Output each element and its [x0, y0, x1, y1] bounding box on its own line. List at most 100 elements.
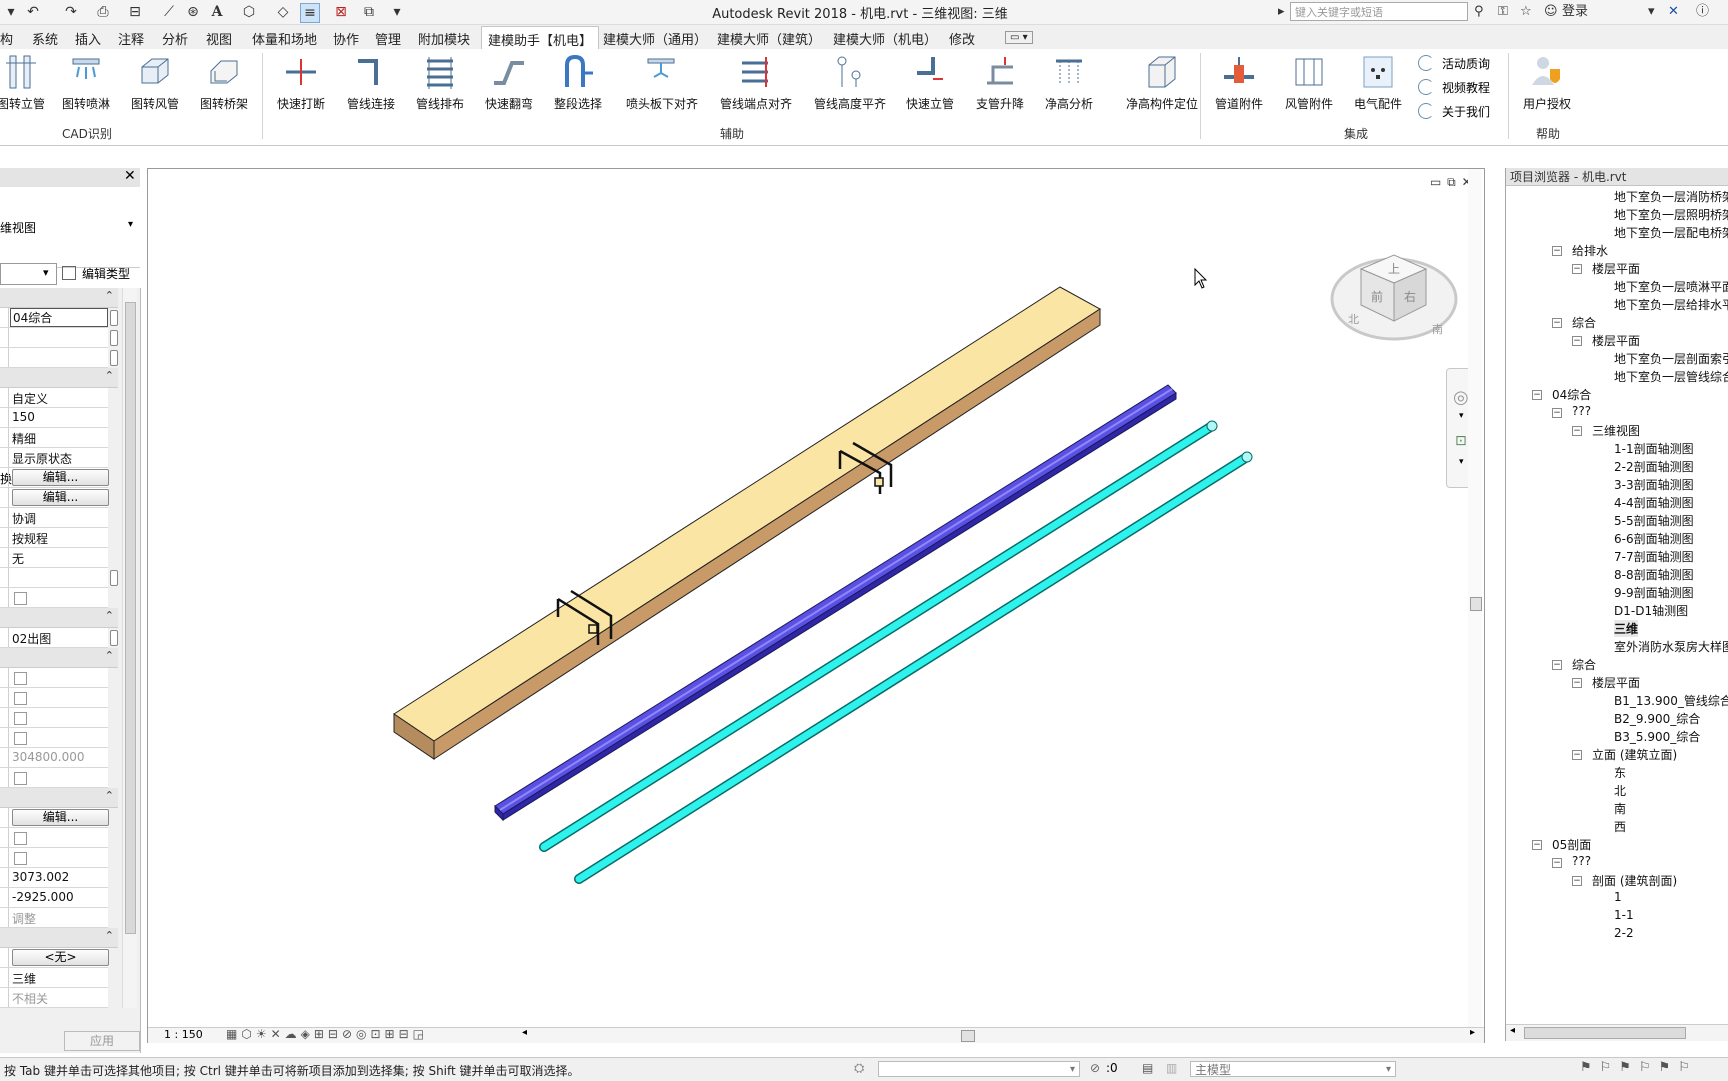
tree-item[interactable]: 6-6剖面轴测图: [1614, 530, 1694, 547]
property-row[interactable]: 自定义: [0, 388, 108, 408]
tree-item[interactable]: 室外消防水泵房大样图: [1614, 638, 1728, 655]
tab-master-general[interactable]: 建模大师（通用）: [603, 29, 707, 48]
tree-item[interactable]: 地下室负一层管线综合: [1614, 368, 1728, 385]
property-row[interactable]: [0, 348, 118, 368]
property-row[interactable]: [0, 568, 118, 588]
viewcube[interactable]: 上 前 右 北 南: [1328, 241, 1458, 351]
scroll-right-icon[interactable]: ▸: [1470, 1027, 1475, 1038]
tab-master-mep[interactable]: 建模大师（机电）: [833, 29, 937, 48]
cad-to-cable-tray-button[interactable]: 图转桥架: [189, 53, 259, 112]
property-row[interactable]: 3073.002: [0, 868, 108, 888]
about-us-button[interactable]: 关于我们: [1418, 103, 1490, 120]
tree-item[interactable]: 地下室负一层消防桥架: [1614, 188, 1728, 205]
tree-item[interactable]: 5-5剖面轴测图: [1614, 512, 1694, 529]
tree-item[interactable]: B2_9.900_综合: [1614, 710, 1700, 727]
scroll-left-icon[interactable]: ◂: [522, 1027, 527, 1038]
thin-lines-icon[interactable]: ≡: [300, 3, 320, 23]
tag-icon[interactable]: ⊛: [184, 3, 202, 21]
collapse-icon[interactable]: −: [1572, 678, 1582, 688]
tab-insert[interactable]: 插入: [75, 29, 101, 48]
dimension-icon[interactable]: ⟋: [160, 3, 178, 21]
collapse-icon[interactable]: −: [1552, 246, 1562, 256]
property-row[interactable]: 精细: [0, 428, 108, 448]
property-row[interactable]: 02出图: [0, 628, 118, 648]
measure-icon[interactable]: ⊟: [126, 3, 144, 21]
user-license-button[interactable]: 用户授权: [1512, 53, 1582, 112]
3d-viewport[interactable]: ▭ ⧉ ✕ 上 前 右 北 南 ◎ ▾ ⊡ ▾ 1: 150 ▦⬡☀✕☁◈⊞⊟…: [147, 168, 1485, 1043]
filter-icon[interactable]: ⊘: [1090, 1061, 1100, 1075]
tab-view[interactable]: 视图: [206, 29, 232, 48]
tab-collaborate[interactable]: 协作: [333, 29, 359, 48]
tree-item[interactable]: 7-7剖面轴测图: [1614, 548, 1694, 565]
property-group-header[interactable]: ⌃: [0, 648, 118, 668]
tree-item[interactable]: 04综合: [1552, 386, 1591, 403]
scrollbar-thumb[interactable]: [125, 302, 136, 934]
tree-item[interactable]: 9-9剖面轴测图: [1614, 584, 1694, 601]
cad-to-duct-button[interactable]: 图转风管: [120, 53, 190, 112]
collapse-icon[interactable]: −: [1552, 408, 1562, 418]
tree-item[interactable]: 地下室负一层照明桥架: [1614, 206, 1728, 223]
tree-item[interactable]: 地下室负一层配电桥架: [1614, 224, 1728, 241]
collapse-icon[interactable]: −: [1572, 336, 1582, 346]
property-row[interactable]: [0, 688, 108, 708]
collapse-icon[interactable]: −: [1532, 390, 1542, 400]
tab-annotate[interactable]: 注释: [118, 29, 144, 48]
chevron-down-icon[interactable]: ▾: [1459, 411, 1464, 421]
quick-bend-button[interactable]: 快速翻弯: [474, 53, 544, 112]
undo-icon[interactable]: ↶: [24, 3, 42, 21]
binoculars-icon[interactable]: ⚲: [1474, 3, 1484, 21]
pipe-layout-button[interactable]: 管线排布: [405, 53, 475, 112]
edit-button[interactable]: 编辑...: [12, 809, 109, 826]
property-row[interactable]: [0, 328, 118, 348]
scroll-left-icon[interactable]: ◂: [1510, 1025, 1515, 1036]
endpoint-align-button[interactable]: 管线端点对齐: [720, 53, 792, 112]
property-row[interactable]: 04综合: [0, 308, 118, 328]
steering-wheel-icon[interactable]: ◎: [1453, 387, 1469, 408]
property-row[interactable]: [0, 828, 108, 848]
property-group-header[interactable]: ⌃: [0, 288, 118, 308]
login-label[interactable]: 登录: [1562, 3, 1588, 21]
property-row[interactable]: 无: [0, 548, 108, 568]
design-options-icon[interactable]: ▥: [1166, 1061, 1177, 1075]
cad-to-sprinkler-button[interactable]: 图转喷淋: [51, 53, 121, 112]
tree-item[interactable]: 8-8剖面轴测图: [1614, 566, 1694, 583]
tree-item[interactable]: 地下室负一层给排水平: [1614, 296, 1728, 313]
close-hidden-icon[interactable]: ⊠: [332, 3, 350, 21]
tree-item[interactable]: 东: [1614, 764, 1626, 781]
checkbox[interactable]: [14, 852, 27, 865]
property-row[interactable]: [0, 728, 108, 748]
property-row[interactable]: [0, 708, 108, 728]
checkbox[interactable]: [14, 832, 27, 845]
tree-item[interactable]: 1-1: [1614, 908, 1634, 922]
type-selector[interactable]: 维视图 ▾: [0, 187, 140, 268]
checkbox[interactable]: [14, 692, 27, 705]
tree-item[interactable]: ???: [1572, 854, 1591, 868]
collapse-icon[interactable]: −: [1572, 750, 1582, 760]
property-row[interactable]: [0, 668, 108, 688]
property-row[interactable]: [0, 848, 108, 868]
property-row[interactable]: 按规程: [0, 528, 108, 548]
tree-item[interactable]: 地下室负一层喷淋平面: [1614, 278, 1728, 295]
close-properties-icon[interactable]: ✕: [124, 168, 136, 184]
exchange-icon[interactable]: ✕: [1668, 3, 1679, 21]
tree-item[interactable]: 剖面 (建筑剖面): [1592, 872, 1677, 889]
live-consult-button[interactable]: 活动质询: [1418, 55, 1490, 72]
property-row[interactable]: -2925.000: [0, 888, 108, 908]
print-icon[interactable]: ⎙: [94, 3, 112, 21]
quick-riser-button[interactable]: 快速立管: [895, 53, 965, 112]
browser-horizontal-scrollbar[interactable]: ◂: [1506, 1024, 1728, 1041]
tree-item[interactable]: D1-D1轴测图: [1614, 602, 1688, 619]
collapse-icon[interactable]: −: [1572, 264, 1582, 274]
edit-button[interactable]: 编辑...: [12, 469, 109, 486]
tree-item[interactable]: 3-3剖面轴测图: [1614, 476, 1694, 493]
checkbox[interactable]: [14, 672, 27, 685]
help-icon[interactable]: ⓘ: [1696, 3, 1709, 21]
video-tutorial-button[interactable]: 视频教程: [1418, 79, 1490, 96]
sprinkler-align-button[interactable]: 喷头板下对齐: [626, 53, 698, 112]
redo-icon[interactable]: ↷: [62, 3, 80, 21]
properties-scrollbar[interactable]: [122, 288, 137, 1008]
tree-item[interactable]: 综合: [1572, 314, 1596, 331]
property-row[interactable]: 编辑...: [0, 808, 109, 828]
apply-button[interactable]: 应用: [64, 1031, 140, 1051]
collapse-icon[interactable]: −: [1572, 876, 1582, 886]
